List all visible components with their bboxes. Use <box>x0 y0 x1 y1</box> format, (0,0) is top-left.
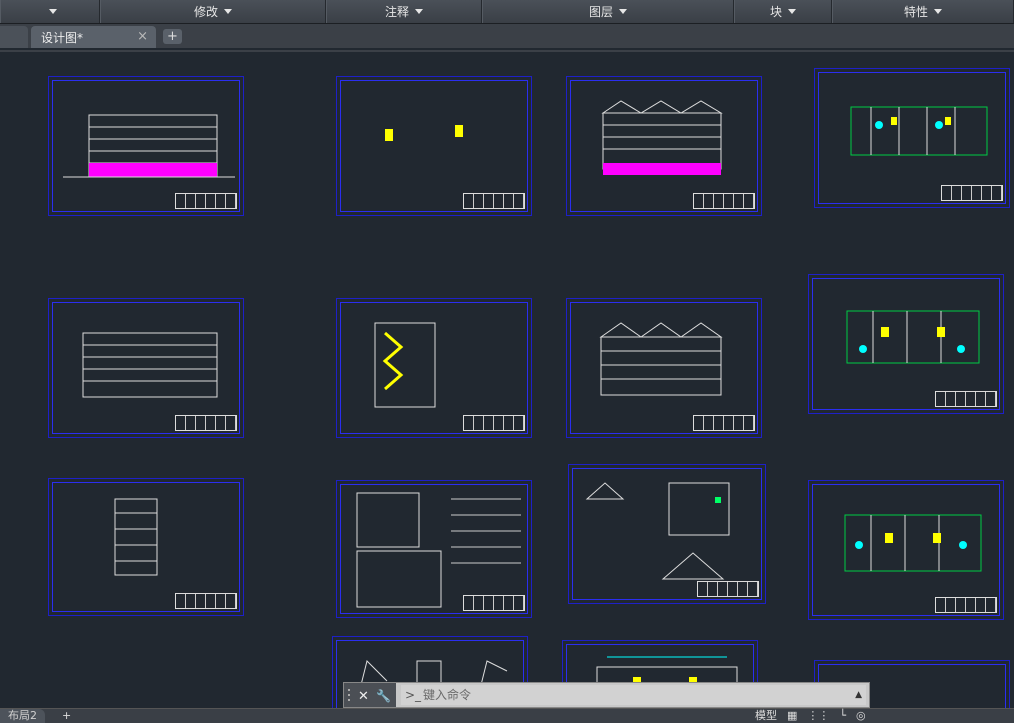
polar-icon[interactable]: ◎ <box>856 709 866 723</box>
panel-label: 修改 <box>193 5 218 19</box>
svg-text:🔧: 🔧 <box>376 688 391 703</box>
ribbon-panel-blank[interactable] <box>0 0 100 23</box>
snap-icon[interactable]: ⋮⋮ <box>807 709 829 723</box>
ribbon-panel-annotation[interactable]: 注释 <box>326 0 482 23</box>
status-bar: 布局2 + 模型 ▦ ⋮⋮ └ ◎ <box>0 708 1014 723</box>
document-tab-bar: 设计图* × + <box>0 24 1014 48</box>
layout-sheet-plan-2[interactable] <box>808 274 1004 414</box>
layout-sheet-elevation-1[interactable] <box>48 76 244 216</box>
title-block <box>693 193 755 209</box>
command-input[interactable]: >_ 键入命令 ▲ <box>401 685 866 705</box>
title-block <box>697 581 759 597</box>
layout-sheet-plan-3[interactable] <box>808 480 1004 620</box>
model-space-button[interactable]: 模型 <box>755 709 777 723</box>
layout-tab-current[interactable]: 布局2 <box>0 709 45 723</box>
panel-label: 块 <box>769 5 782 19</box>
title-block <box>175 193 237 209</box>
layout-sheet-elevation-3[interactable] <box>48 298 244 438</box>
status-bar-tools: 模型 ▦ ⋮⋮ └ ◎ <box>755 709 866 723</box>
title-block <box>175 415 237 431</box>
chevron-down-icon <box>415 9 423 14</box>
title-block <box>693 415 755 431</box>
svg-text:✕: ✕ <box>358 689 369 704</box>
command-prompt-icon: >_ <box>405 688 422 702</box>
chevron-down-icon <box>934 9 942 14</box>
title-block <box>935 597 997 613</box>
document-tab-design[interactable]: 设计图* × <box>31 26 156 48</box>
layout-sheet-section[interactable] <box>336 298 532 438</box>
title-block <box>935 391 997 407</box>
layout-sheet-side-elevation[interactable] <box>48 478 244 616</box>
ribbon-panel-bar: 修改 注释 图层 块 特性 <box>0 0 1014 24</box>
chevron-down-icon <box>619 9 627 14</box>
close-icon[interactable]: × <box>137 29 148 44</box>
drawing-canvas[interactable] <box>0 50 1014 710</box>
title-block <box>463 595 525 611</box>
layout-sheet-blank[interactable] <box>336 76 532 216</box>
title-block <box>175 593 237 609</box>
layout-sheet-elevation-2[interactable] <box>566 76 762 216</box>
new-tab-button[interactable]: + <box>163 29 182 44</box>
command-line[interactable]: ✕ 🔧 >_ 键入命令 ▲ <box>343 682 870 708</box>
command-line-grip-icon: ✕ 🔧 <box>348 688 391 704</box>
panel-label: 图层 <box>588 5 613 19</box>
command-placeholder: 键入命令 <box>423 688 472 702</box>
title-block <box>463 415 525 431</box>
layout-sheet-details[interactable] <box>568 464 766 604</box>
previous-document-tab[interactable] <box>0 26 28 48</box>
ortho-icon[interactable]: └ <box>839 709 846 723</box>
layout-sheet-elevation-4[interactable] <box>566 298 762 438</box>
ribbon-panel-layers[interactable]: 图层 <box>482 0 734 23</box>
ribbon-panel-properties[interactable]: 特性 <box>832 0 1014 23</box>
chevron-down-icon <box>49 9 57 14</box>
ribbon-panel-block[interactable]: 块 <box>734 0 832 23</box>
chevron-down-icon <box>788 9 796 14</box>
panel-label: 特性 <box>903 5 928 19</box>
command-line-controls: ✕ 🔧 <box>344 683 396 707</box>
panel-label: 注释 <box>384 5 409 19</box>
title-block <box>463 193 525 209</box>
ribbon-panel-modify[interactable]: 修改 <box>100 0 326 23</box>
title-block <box>941 185 1003 201</box>
layout-sheet-notes[interactable] <box>336 480 532 618</box>
add-layout-button[interactable]: + <box>62 709 71 723</box>
document-tab-label: 设计图* <box>41 30 84 45</box>
grid-icon[interactable]: ▦ <box>787 709 797 723</box>
command-history-arrow-icon[interactable]: ▲ <box>855 685 862 705</box>
chevron-down-icon <box>224 9 232 14</box>
layout-sheet-plan-1[interactable] <box>814 68 1010 208</box>
